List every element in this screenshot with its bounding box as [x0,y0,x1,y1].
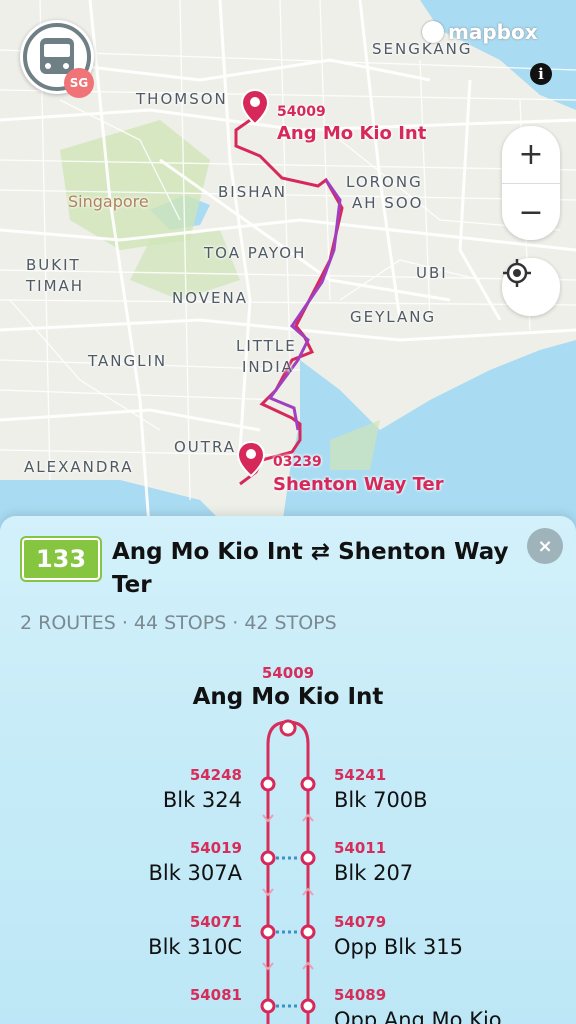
area-label: OUTRA [174,438,237,456]
area-label: ALEXANDRA [24,458,134,476]
area-label: NOVENA [172,289,248,307]
stop-name[interactable]: Opp Blk 315 [334,935,463,959]
map-stop-name[interactable]: Shenton Way Ter [273,474,444,495]
area-label: THOMSON [136,90,228,108]
stop-name[interactable]: Blk 307A [148,861,242,885]
stop-code: 54079 [334,913,387,931]
map-view[interactable]: SENGKANG THOMSON BISHAN LORONG AH SOO Si… [0,0,576,540]
service-sheet: 133 Ang Mo Kio Int ⇄ Shenton Way Ter × 2… [0,516,576,1024]
area-label: TOA PAYOH [204,244,307,262]
area-label: AH SOO [352,194,424,212]
crosshair-icon [503,259,531,287]
area-label: TANGLIN [88,352,168,370]
locate-button[interactable] [502,258,560,316]
stop-code: 54089 [334,986,387,1004]
area-label: INDIA [242,358,294,376]
map-pin-icon[interactable] [240,88,270,128]
area-label: GEYLANG [350,308,437,326]
start-stop-name[interactable]: Ang Mo Kio Int [0,684,576,710]
map-stop-code: 54009 [277,104,326,120]
zoom-in-button[interactable]: + [502,126,560,184]
area-label: BISHAN [218,183,287,201]
map-stop-name[interactable]: Ang Mo Kio Int [277,123,426,144]
stop-name[interactable]: Blk 207 [334,861,413,885]
sg-badge: SG [64,68,94,98]
stop-name[interactable]: Blk 310C [148,935,242,959]
area-label: LORONG [346,173,423,191]
terminal-stop-dot[interactable] [279,719,297,737]
stop-dot[interactable] [260,924,276,940]
stop-dot[interactable] [260,776,276,792]
stop-name[interactable]: Opp Ang Mo Kio [334,1008,502,1024]
mapbox-icon [422,21,444,43]
zoom-control: + − [502,126,560,240]
zoom-out-button[interactable]: − [502,184,560,241]
area-label: UBI [416,264,448,282]
stop-dot[interactable] [300,776,316,792]
map-pin-icon[interactable] [236,440,266,480]
area-label: Singapore [68,192,149,211]
route-diagram [260,719,316,1024]
area-label: BUKIT [26,256,81,274]
stop-code: 54071 [189,913,242,931]
stop-code: 54248 [189,766,242,784]
stop-dot[interactable] [300,998,316,1014]
start-stop-code: 54009 [261,664,315,682]
stop-dot[interactable] [300,850,316,866]
mapbox-label: mapbox [448,20,538,44]
stop-dot[interactable] [260,850,276,866]
mapbox-logo: mapbox [422,20,538,44]
map-stop-code: 03239 [273,454,322,470]
stop-name[interactable]: Blk 700B [334,788,428,812]
stop-code: 54241 [334,766,387,784]
stop-name[interactable]: Blk 324 [163,788,242,812]
route-track [266,720,310,1024]
area-label: LITTLE [236,337,297,355]
stop-dot[interactable] [260,998,276,1014]
info-icon[interactable]: i [530,63,552,85]
stop-code: 54011 [334,839,387,857]
stop-code: 54019 [189,839,242,857]
stop-code: 54081 [189,986,242,1004]
area-label: TIMAH [26,277,85,295]
stop-dot[interactable] [300,924,316,940]
